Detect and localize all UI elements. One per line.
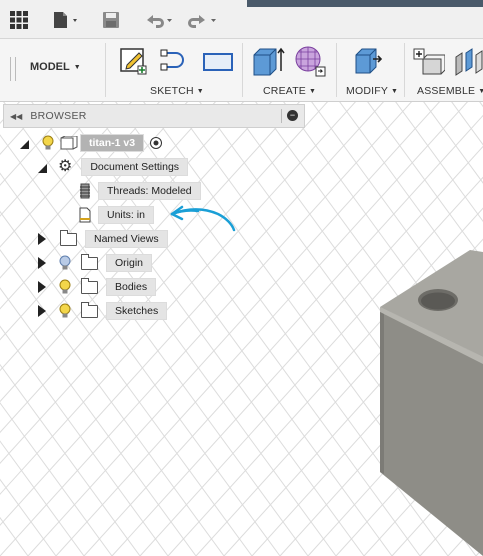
root-component-label[interactable]: titan-1 v3 — [80, 134, 145, 152]
divider — [281, 109, 282, 123]
save-icon[interactable] — [100, 9, 122, 31]
create-sketch-button[interactable] — [117, 45, 151, 77]
chevron-down-icon: ▼ — [73, 63, 81, 71]
toolbar-ribbon: MODEL ▼ SKETCH ▼ CREATE ▼ MODIFY ▼ ASSEM… — [0, 39, 483, 102]
model-block[interactable] — [380, 250, 483, 556]
extrude-button[interactable] — [251, 45, 285, 77]
named-views-label[interactable]: Named Views — [85, 230, 168, 248]
annotation-arrow — [170, 205, 236, 232]
collapse-panel-icon[interactable]: ◀◀ — [10, 112, 22, 121]
expand-toggle-icon[interactable] — [38, 233, 46, 245]
expand-toggle-icon[interactable] — [38, 257, 46, 269]
folder-icon — [81, 253, 98, 270]
tree-row-bodies[interactable]: Bodies — [38, 277, 157, 297]
tree-row-threads[interactable]: Threads: Modeled — [78, 181, 201, 201]
lightbulb-icon[interactable] — [42, 135, 54, 151]
tree-row-origin[interactable]: Origin — [38, 253, 153, 273]
modify-menu-label: MODIFY — [346, 85, 389, 97]
create-menu[interactable]: CREATE ▼ — [263, 85, 316, 97]
file-icon[interactable] — [50, 9, 82, 31]
folder-icon — [81, 301, 98, 318]
spline-icon — [160, 49, 184, 71]
tree-row-sketches[interactable]: Sketches — [38, 301, 168, 321]
rectangle-button[interactable] — [200, 45, 234, 77]
browser-title: BROWSER — [30, 110, 87, 122]
grid-menu-icon[interactable] — [8, 9, 30, 31]
title-band — [247, 0, 483, 7]
chevron-down-icon: ▼ — [309, 87, 317, 95]
expand-toggle-icon[interactable] — [20, 139, 29, 149]
assemble-menu-label: ASSEMBLE — [417, 85, 476, 97]
sketch-menu-label: SKETCH — [150, 85, 194, 97]
sketches-label[interactable]: Sketches — [106, 302, 168, 320]
new-component-icon — [413, 48, 446, 75]
threads-icon — [80, 183, 90, 199]
units-label[interactable]: Units: in — [98, 206, 154, 224]
press-pull-button[interactable] — [352, 45, 386, 77]
gear-icon: ⚙ — [58, 158, 73, 175]
expand-toggle-icon[interactable] — [38, 305, 46, 317]
press-pull-icon — [355, 48, 383, 74]
component-icon — [60, 136, 78, 150]
toolbar-grip[interactable] — [10, 57, 16, 81]
divider — [336, 43, 337, 97]
workspace-switcher[interactable]: MODEL ▼ — [30, 61, 81, 73]
modify-menu[interactable]: MODIFY ▼ — [346, 85, 398, 97]
divider — [105, 43, 106, 97]
tree-row-units[interactable]: Units: in — [78, 205, 154, 225]
lightbulb-icon[interactable] — [59, 279, 71, 295]
spline-button[interactable] — [158, 45, 192, 77]
tree-row-root[interactable]: titan-1 v3 — [20, 133, 163, 153]
quick-access-toolbar — [0, 0, 483, 39]
lightbulb-icon[interactable] — [59, 255, 71, 271]
create-sketch-icon — [120, 48, 147, 75]
joint-button[interactable] — [452, 45, 483, 77]
assemble-menu[interactable]: ASSEMBLE ▼ — [417, 85, 483, 97]
folder-icon — [81, 277, 98, 294]
expand-toggle-icon[interactable] — [38, 281, 46, 293]
workspace-label: MODEL — [30, 61, 70, 73]
form-button[interactable] — [294, 45, 328, 77]
new-component-button[interactable] — [411, 45, 446, 77]
bodies-label[interactable]: Bodies — [106, 278, 157, 296]
rectangle-icon — [203, 53, 233, 71]
redo-icon[interactable] — [184, 9, 220, 31]
divider — [404, 43, 405, 97]
sketch-menu[interactable]: SKETCH ▼ — [150, 85, 204, 97]
chevron-down-icon: ▼ — [478, 87, 483, 95]
minimize-icon[interactable]: − — [287, 110, 298, 121]
expand-toggle-icon[interactable] — [38, 163, 47, 173]
browser-panel-header[interactable]: ◀◀ BROWSER − — [3, 104, 305, 128]
document-settings-label[interactable]: Document Settings — [81, 158, 189, 176]
extrude-icon — [253, 47, 285, 76]
visibility-radio-icon[interactable] — [149, 136, 163, 150]
chevron-down-icon: ▼ — [196, 87, 204, 95]
threads-label[interactable]: Threads: Modeled — [98, 182, 201, 200]
tree-row-document-settings[interactable]: ⚙ Document Settings — [38, 157, 189, 177]
chevron-down-icon: ▼ — [391, 87, 399, 95]
origin-label[interactable]: Origin — [106, 254, 153, 272]
folder-icon — [60, 229, 77, 246]
create-menu-label: CREATE — [263, 85, 307, 97]
divider — [242, 43, 243, 97]
units-document-icon — [79, 207, 91, 223]
lightbulb-icon[interactable] — [59, 303, 71, 319]
undo-icon[interactable] — [140, 9, 176, 31]
joint-icon — [455, 48, 483, 76]
form-icon — [295, 46, 326, 77]
tree-row-named-views[interactable]: Named Views — [38, 229, 168, 249]
